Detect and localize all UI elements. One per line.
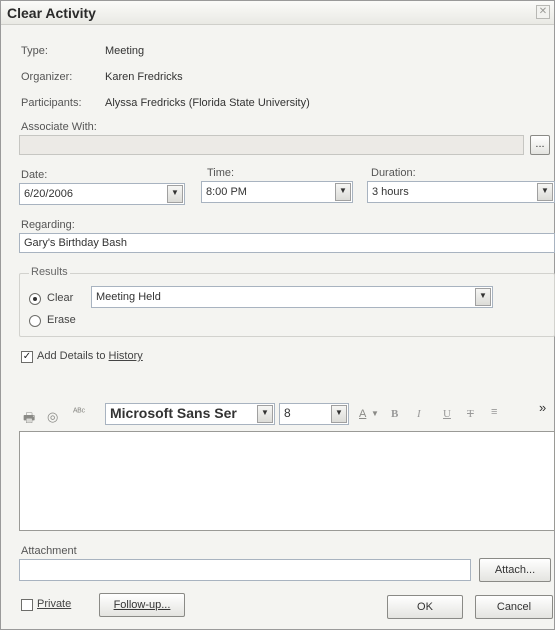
- font-size-field[interactable]: 8 ▼: [279, 403, 349, 425]
- date-label: Date:: [21, 169, 48, 181]
- cancel-button[interactable]: Cancel: [475, 595, 553, 619]
- type-label: Type:: [21, 45, 48, 57]
- erase-radio[interactable]: [29, 315, 41, 327]
- underline-icon[interactable]: U: [443, 408, 451, 420]
- associate-browse-button[interactable]: ...: [530, 135, 550, 155]
- font-color-dropdown-icon[interactable]: ▼: [371, 409, 379, 418]
- font-name-field[interactable]: Microsoft Sans Ser ▼: [105, 403, 275, 425]
- regarding-field[interactable]: Gary's Birthday Bash: [19, 233, 555, 253]
- associate-with-field[interactable]: [19, 135, 524, 155]
- participants-value: Alyssa Fredricks (Florida State Universi…: [105, 97, 310, 109]
- chevron-down-icon[interactable]: ▼: [331, 405, 347, 423]
- chevron-down-icon[interactable]: ▼: [537, 183, 553, 201]
- window-title: Clear Activity: [7, 5, 96, 21]
- duration-label: Duration:: [371, 167, 416, 179]
- font-name-value: Microsoft Sans Ser: [110, 405, 237, 421]
- participants-label: Participants:: [21, 97, 82, 109]
- duration-value: 3 hours: [372, 186, 409, 198]
- private-label[interactable]: Private: [37, 598, 71, 610]
- clear-radio-label[interactable]: Clear: [47, 292, 73, 304]
- bullet-list-icon[interactable]: ≡: [491, 406, 497, 418]
- toolbar-overflow-icon[interactable]: »: [539, 400, 546, 415]
- chevron-down-icon[interactable]: ▼: [335, 183, 351, 201]
- spellcheck-icon[interactable]: ᴬᴮᶜ: [73, 407, 85, 418]
- close-icon[interactable]: ✕: [536, 5, 550, 19]
- print-icon[interactable]: 🖶: [23, 409, 35, 431]
- organizer-label: Organizer:: [21, 71, 73, 83]
- private-checkbox[interactable]: [21, 599, 33, 611]
- erase-radio-label[interactable]: Erase: [47, 314, 76, 326]
- attachment-label: Attachment: [21, 545, 77, 557]
- result-value: Meeting Held: [96, 291, 161, 303]
- italic-icon[interactable]: I: [417, 408, 421, 420]
- bold-icon[interactable]: B: [391, 408, 398, 420]
- chevron-down-icon[interactable]: ▼: [475, 288, 491, 306]
- chevron-down-icon[interactable]: ▼: [257, 405, 273, 423]
- date-value: 6/20/2006: [24, 188, 73, 200]
- attach-button[interactable]: Attach...: [479, 558, 551, 582]
- add-details-label-prefix: Add Details to: [37, 350, 109, 362]
- duration-field[interactable]: 3 hours ▼: [367, 181, 555, 203]
- date-field[interactable]: 6/20/2006 ▼: [19, 183, 185, 205]
- time-field[interactable]: 8:00 PM ▼: [201, 181, 353, 203]
- organizer-value: Karen Fredricks: [105, 71, 183, 83]
- add-details-label-accel: History: [108, 350, 143, 362]
- regarding-label: Regarding:: [21, 219, 75, 231]
- follow-up-button[interactable]: Follow-up...: [99, 593, 185, 617]
- add-details-label[interactable]: Add Details to History: [37, 350, 143, 362]
- details-editor[interactable]: [19, 431, 555, 531]
- chevron-down-icon[interactable]: ▼: [167, 185, 183, 203]
- preview-icon[interactable]: ◎: [47, 409, 58, 425]
- results-group-label: Results: [29, 266, 70, 278]
- clear-activity-dialog: Clear Activity ✕ Type: Meeting Organizer…: [0, 0, 555, 630]
- result-dropdown[interactable]: Meeting Held ▼: [91, 286, 493, 308]
- clear-radio[interactable]: [29, 293, 41, 305]
- time-value: 8:00 PM: [206, 186, 247, 198]
- type-value: Meeting: [105, 45, 145, 57]
- time-label: Time:: [207, 167, 235, 179]
- attachment-field[interactable]: [19, 559, 471, 581]
- add-details-checkbox[interactable]: ✓: [21, 351, 33, 363]
- strikethrough-icon[interactable]: T: [467, 408, 474, 420]
- font-color-icon[interactable]: A: [359, 408, 366, 420]
- ok-button[interactable]: OK: [387, 595, 463, 619]
- associate-with-label: Associate With:: [21, 121, 97, 133]
- font-size-value: 8: [284, 406, 291, 420]
- title-bar: Clear Activity ✕: [1, 1, 554, 25]
